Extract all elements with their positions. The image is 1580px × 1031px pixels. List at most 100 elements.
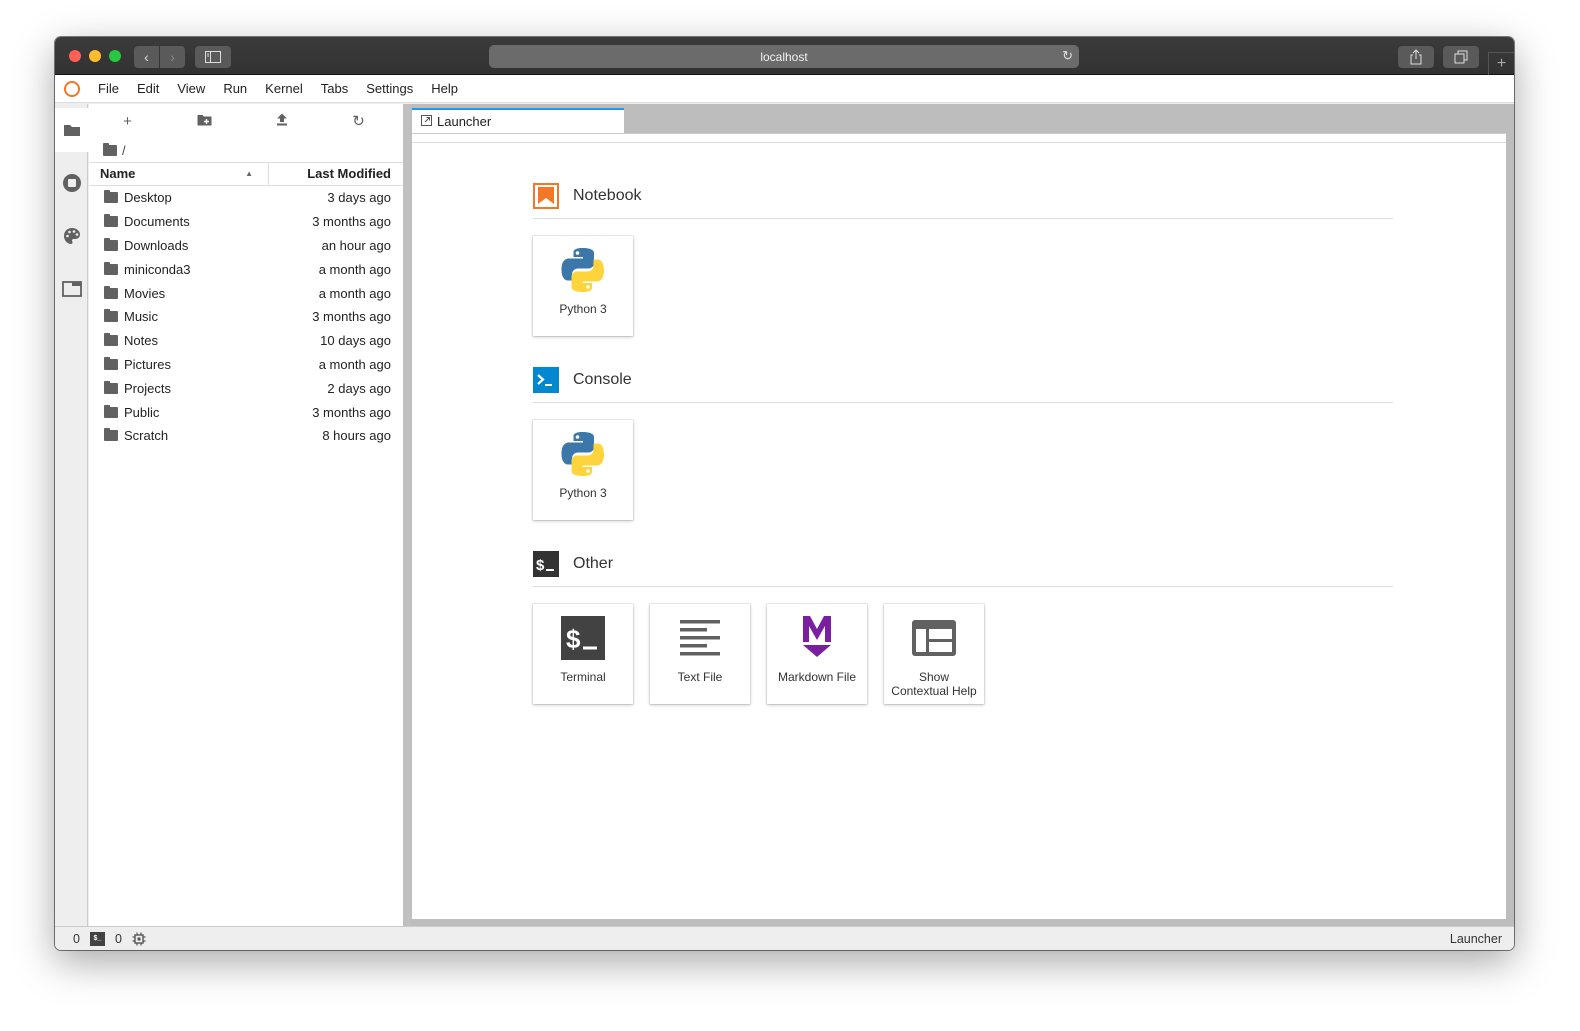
address-text: localhost (760, 49, 808, 64)
new-folder-button[interactable] (166, 113, 243, 130)
launcher-card-contextual-help[interactable]: Show Contextual Help (884, 604, 984, 704)
panel-splitter[interactable] (403, 104, 411, 926)
markdown-icon (793, 614, 841, 662)
tab-icon (61, 281, 82, 297)
sort-ascending-icon: ▲ (245, 169, 253, 178)
file-name: Music (124, 309, 158, 325)
python-icon (559, 246, 607, 294)
reload-icon[interactable]: ↻ (1062, 48, 1073, 64)
file-row-downloads[interactable]: Downloads an hour ago (89, 234, 403, 258)
menu-settings[interactable]: Settings (357, 75, 422, 103)
folder-icon (103, 333, 118, 347)
file-name: Downloads (124, 237, 189, 253)
file-row-projects[interactable]: Projects 2 days ago (89, 376, 403, 400)
last-modified-column-header[interactable]: Last Modified (269, 163, 403, 185)
file-modified: an hour ago (321, 237, 391, 253)
launcher-card-markdown-file[interactable]: Markdown File (767, 604, 867, 704)
refresh-button[interactable]: ↻ (320, 112, 397, 130)
chevron-left-icon: ‹ (144, 49, 149, 65)
breadcrumb: / (89, 138, 403, 162)
menu-help[interactable]: Help (422, 75, 467, 103)
rail-running-tab[interactable] (55, 161, 88, 205)
refresh-icon: ↻ (352, 113, 365, 130)
kernel-chip-icon (132, 932, 146, 946)
launcher-section-console: Console Python 3 (533, 363, 1393, 520)
folder-icon (103, 309, 118, 323)
back-button[interactable]: ‹ (134, 46, 159, 68)
svg-text:$: $ (536, 557, 545, 574)
menu-view[interactable]: View (168, 75, 214, 103)
terminal-status-icon: $_ (89, 931, 105, 946)
file-row-public[interactable]: Public 3 months ago (89, 400, 403, 424)
notebook-section-icon (533, 182, 559, 209)
launcher-card-terminal[interactable]: $ Terminal (533, 604, 633, 704)
show-tabs-button[interactable] (1443, 46, 1479, 68)
folder-icon (103, 356, 118, 370)
forward-button[interactable]: › (160, 46, 185, 68)
folder-icon (103, 404, 118, 418)
file-row-pictures[interactable]: Pictures a month ago (89, 353, 403, 377)
browser-titlebar: ‹ › localhost ↻ + (55, 37, 1514, 76)
address-bar[interactable]: localhost ↻ (489, 45, 1079, 68)
home-folder-icon[interactable] (103, 142, 117, 156)
left-sidebar-tabs (55, 104, 89, 926)
file-row-documents[interactable]: Documents 3 months ago (89, 210, 403, 234)
new-launcher-button[interactable]: + (89, 113, 166, 130)
launcher-tab-icon (421, 114, 432, 129)
file-row-music[interactable]: Music 3 months ago (89, 305, 403, 329)
folder-icon (103, 261, 118, 275)
file-modified: 2 days ago (327, 380, 391, 396)
kernels-count[interactable]: 0 (73, 932, 80, 946)
console-section-icon (533, 366, 559, 393)
menu-run[interactable]: Run (214, 75, 256, 103)
folder-icon (64, 125, 80, 136)
minimize-window-button[interactable] (89, 50, 101, 62)
zoom-window-button[interactable] (109, 50, 121, 62)
file-row-miniconda3[interactable]: miniconda3 a month ago (89, 257, 403, 281)
rail-open-tabs-tab[interactable] (55, 267, 88, 311)
launcher-card-console-python3[interactable]: Python 3 (533, 420, 633, 520)
card-label: Text File (677, 670, 723, 684)
other-section-icon: $ (533, 550, 559, 577)
file-row-scratch[interactable]: Scratch 8 hours ago (89, 424, 403, 448)
file-name: Pictures (124, 356, 171, 372)
menu-file[interactable]: File (89, 75, 128, 103)
contextual-help-icon (910, 614, 958, 662)
menu-edit[interactable]: Edit (128, 75, 168, 103)
folder-icon (103, 237, 118, 251)
launcher-section-notebook: Notebook Python 3 (533, 179, 1393, 336)
folder-icon (103, 214, 118, 228)
file-modified: 3 months ago (312, 214, 391, 230)
breadcrumb-root[interactable]: / (122, 143, 126, 158)
tabs-overview-icon (1454, 50, 1468, 64)
menu-tabs[interactable]: Tabs (312, 75, 357, 103)
close-window-button[interactable] (69, 50, 81, 62)
rail-commands-tab[interactable] (55, 214, 88, 258)
file-name: Desktop (124, 190, 172, 206)
file-row-desktop[interactable]: Desktop 3 days ago (89, 186, 403, 210)
file-row-notes[interactable]: Notes 10 days ago (89, 329, 403, 353)
upload-button[interactable] (243, 113, 320, 130)
file-browser-toolbar: + ↻ (89, 104, 403, 138)
file-modified: 8 hours ago (322, 428, 391, 444)
launcher-card-notebook-python3[interactable]: Python 3 (533, 236, 633, 336)
file-row-movies[interactable]: Movies a month ago (89, 281, 403, 305)
jupyter-logo-icon (55, 75, 89, 103)
section-title: Console (573, 370, 632, 388)
section-title: Notebook (573, 186, 642, 204)
launcher-card-text-file[interactable]: Text File (650, 604, 750, 704)
terminals-count[interactable]: 0 (115, 932, 122, 946)
file-modified: 3 days ago (327, 190, 391, 206)
main-dock-area: Launcher Notebook Python 3 Console Pytho… (411, 104, 1514, 926)
share-button[interactable] (1398, 46, 1434, 68)
sidebar-icon (205, 51, 221, 63)
chevron-right-icon: › (170, 49, 175, 65)
sidebar-toggle-button[interactable] (195, 46, 231, 68)
new-tab-button[interactable]: + (1488, 52, 1514, 76)
name-column-header[interactable]: Name ▲ (89, 163, 269, 185)
menu-kernel[interactable]: Kernel (256, 75, 312, 103)
tab-launcher[interactable]: Launcher (412, 108, 624, 133)
menubar: File Edit View Run Kernel Tabs Settings … (55, 75, 1514, 103)
file-modified: a month ago (318, 261, 391, 277)
rail-file-browser-tab[interactable] (55, 108, 89, 152)
